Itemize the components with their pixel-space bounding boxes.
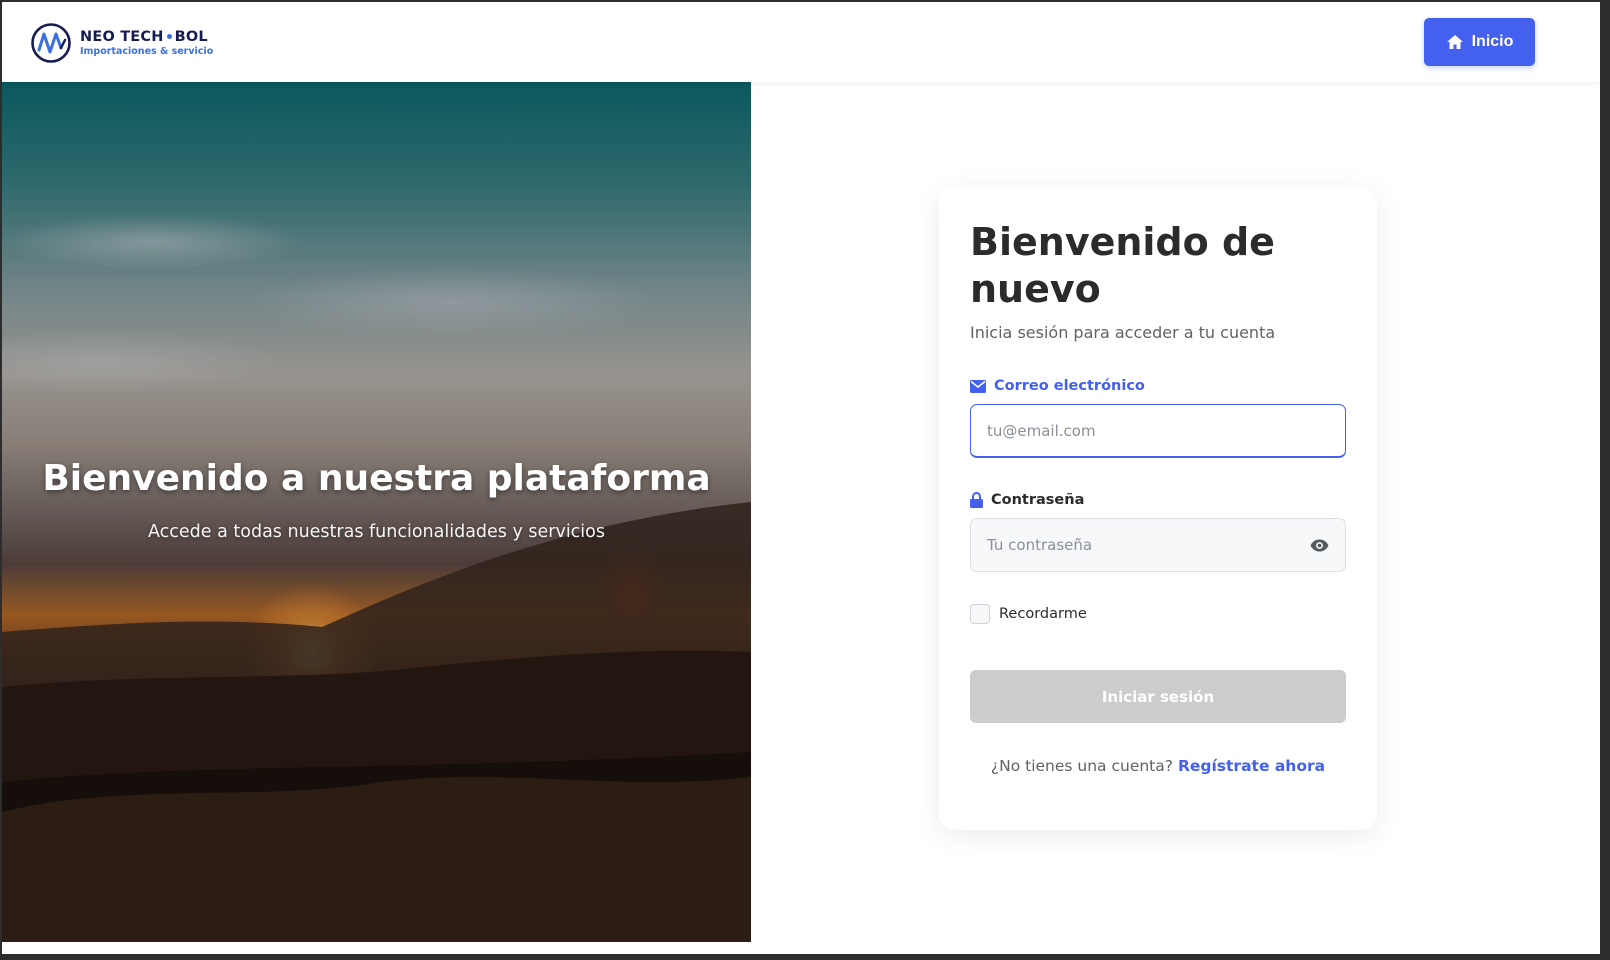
hero-banner: Bienvenido a nuestra plataforma Accede a…	[2, 82, 751, 942]
password-label: Contraseña	[970, 492, 1346, 508]
password-placeholder: Tu contraseña	[987, 536, 1093, 554]
signup-prompt-text: ¿No tienes una cuenta?	[990, 757, 1173, 775]
remember-checkbox[interactable]	[970, 604, 990, 624]
home-button-label: Inicio	[1471, 33, 1514, 50]
brand-text: NEO TECH BOL Importaciones & servicio	[80, 28, 214, 57]
login-subtitle: Inicia sesión para acceder a tu cuenta	[970, 323, 1276, 342]
email-field[interactable]: tu@email.com	[970, 404, 1346, 458]
hero-title: Bienvenido a nuestra plataforma	[42, 458, 711, 499]
hero-overlay	[2, 82, 751, 942]
login-card: Bienvenido de nuevo Inicia sesión para a…	[939, 187, 1377, 830]
login-section: Bienvenido de nuevo Inicia sesión para a…	[751, 82, 1600, 942]
eye-icon[interactable]	[1310, 539, 1329, 552]
login-title: Bienvenido de nuevo	[970, 220, 1275, 311]
home-icon	[1446, 35, 1463, 49]
envelope-icon	[970, 379, 986, 393]
email-label-text: Correo electrónico	[994, 378, 1145, 394]
remember-label: Recordarme	[999, 606, 1087, 622]
logo-mark-icon	[31, 23, 71, 63]
login-submit-button[interactable]: Iniciar sesión	[970, 670, 1346, 723]
app-frame: NEO TECH BOL Importaciones & servicio In…	[0, 0, 1610, 960]
signup-prompt: ¿No tienes una cuenta? Regístrate ahora	[970, 757, 1346, 775]
home-button[interactable]: Inicio	[1424, 18, 1535, 66]
brand-name-part1: NEO TECH	[80, 28, 164, 45]
brand-name-part2: BOL	[174, 28, 208, 45]
brand-logo[interactable]: NEO TECH BOL Importaciones & servicio	[30, 22, 213, 64]
signup-link[interactable]: Regístrate ahora	[1178, 757, 1325, 775]
hero-subtitle: Accede a todas nuestras funcionalidades …	[148, 522, 605, 542]
lock-icon	[970, 492, 983, 508]
remember-row: Recordarme	[970, 604, 1346, 624]
top-navbar: NEO TECH BOL Importaciones & servicio In…	[2, 2, 1600, 82]
password-field[interactable]: Tu contraseña	[970, 518, 1346, 572]
brand-name: NEO TECH BOL	[80, 28, 213, 45]
password-label-text: Contraseña	[991, 492, 1085, 508]
brand-dot	[166, 34, 172, 40]
brand-tagline: Importaciones & servicio	[80, 46, 214, 57]
email-label: Correo electrónico	[970, 378, 1346, 394]
email-placeholder: tu@email.com	[987, 421, 1096, 440]
